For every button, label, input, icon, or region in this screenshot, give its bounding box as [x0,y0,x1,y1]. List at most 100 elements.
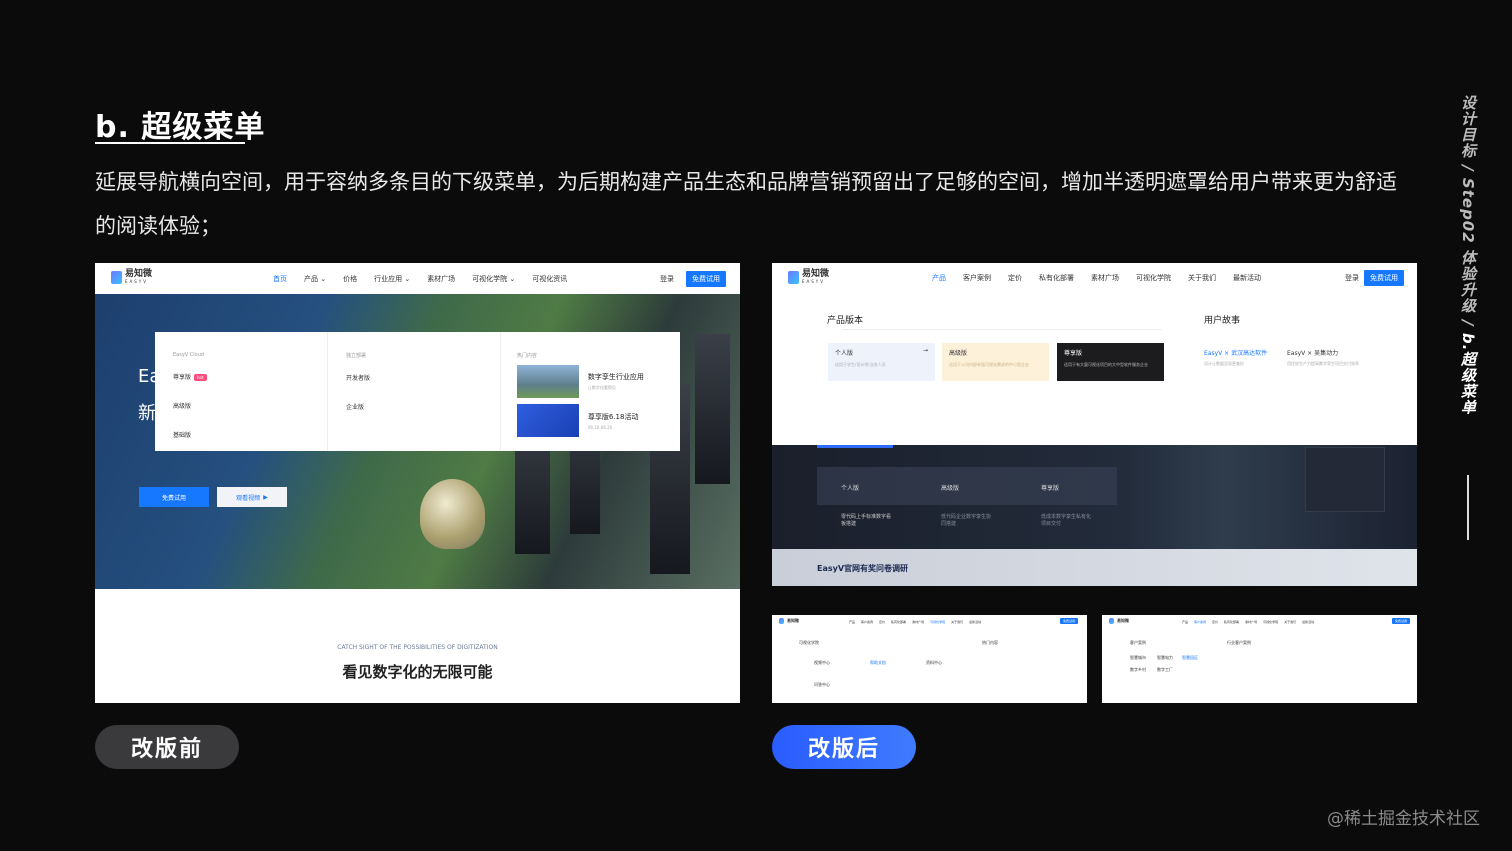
hero-button-edge [817,445,893,448]
slogan: 看见数字化的无限可能 [342,663,493,681]
versions-heading: 产品版本 [827,316,864,326]
nav-item[interactable]: 行业应用 ⌄ [374,274,410,284]
thumb-item[interactable]: 智慧电力 [1157,655,1173,661]
nav-item[interactable]: 可视化学院 [1263,620,1278,624]
survey-banner[interactable]: EasyV官网有奖问卷调研 [772,549,1417,586]
trial-button[interactable]: 免费试用 [1364,270,1404,286]
menu-item[interactable]: 尊享版 hot [173,372,309,381]
version-card[interactable]: 高级版 适用于公司内部有强可视化需求的中小型企业 [942,343,1049,381]
divider [842,329,1162,330]
nav-item[interactable]: 最新活动 [1302,620,1314,624]
thumb-item[interactable]: 资料中心 [926,660,942,666]
menu-item[interactable]: 高级版 [173,401,309,410]
nav-item[interactable]: 关于我们 [1284,620,1296,624]
content-card[interactable]: 尊享版6.18活动 06.10-06.20 [516,404,680,437]
story-item[interactable]: EasyV × 吴集动力 用优质生产力提高数字孪生项目交付效率 [1287,348,1367,367]
watch-video-button[interactable]: 观看视频 ▶ [217,487,287,507]
before-nav: 易知微 EASYV 首页 产品 ⌄ 价格 行业应用 ⌄ 素材广场 可视化学院 ⌄ … [95,263,740,294]
card-sub: 让数字化看得见 [587,385,616,390]
menu-heading: 热门内容 [516,353,537,359]
thumb-item[interactable]: 数字工厂 [1157,667,1173,673]
nav-item[interactable]: 定价 [879,620,885,624]
version-card[interactable]: 个人版 适用于学生/设计师/业务人员 → [828,343,935,381]
play-icon: ▶ [263,493,268,501]
menu-item[interactable]: 开发者版 [346,373,482,382]
thumb-item[interactable]: 智慧城市 [1130,655,1146,661]
card-title: 数字孪生行业应用 [587,373,644,381]
before-screenshot: 易知微 EASYV 首页 产品 ⌄ 价格 行业应用 ⌄ 素材广场 可视化学院 ⌄ … [95,263,740,703]
nav-item[interactable]: 产品 [849,620,855,624]
story-item[interactable]: EasyV × 武汉高达软件 设计让数据呈现更美好 [1204,348,1267,367]
nav-item[interactable]: 产品 [1182,620,1188,624]
after-label: 改版后 [772,725,916,769]
nav-item[interactable]: 私有化部署 [1039,273,1074,283]
nav-item[interactable]: 关于我们 [1188,273,1216,283]
nav-item[interactable]: 首页 [273,274,287,284]
logo: 易知微 EASYV [788,270,829,284]
logo-sub: EASYV [802,279,825,284]
nav-item[interactable]: 产品 [932,273,946,283]
nav-items: 首页 产品 ⌄ 价格 行业应用 ⌄ 素材广场 可视化学院 ⌄ 可视化资讯 [273,274,567,284]
thumb-item[interactable]: 问答中心 [814,682,830,688]
thumb-item[interactable]: 数字乡村 [1130,667,1146,673]
hero-text: 新 [138,403,156,424]
thumb-item[interactable]: 帮助文档 [870,660,886,666]
nav-item[interactable]: 可视化学院 ⌄ [472,274,515,284]
nav-item[interactable]: 产品 ⌄ [304,274,326,284]
content-card[interactable]: 数字孪生行业应用 让数字化看得见 [516,365,680,398]
nav-item[interactable]: 素材广场 [427,274,455,284]
nav-item[interactable]: 价格 [343,274,357,284]
side-divider [1467,475,1469,540]
nav-item[interactable]: 私有化部署 [891,620,906,624]
nav-item[interactable]: 私有化部署 [1224,620,1239,624]
logo: 易知微 [1109,618,1129,624]
trial-button[interactable]: 免费试用 [686,271,726,287]
nav-item[interactable]: 可视化学院 [1136,273,1171,283]
nav-item[interactable]: 素材广场 [912,620,924,624]
menu-item[interactable]: 基础版 [173,430,309,439]
nav-item[interactable]: 客户案例 [963,273,991,283]
thumb-heading: 客户案例 [1130,640,1146,645]
version-name: 尊享版 [1064,350,1083,357]
trial-button[interactable]: 免费试用 [1060,618,1079,624]
story-desc: 设计让数据呈现更美好 [1204,361,1244,366]
nav-item[interactable]: 定价 [1212,620,1218,624]
nav-item[interactable]: 素材广场 [1091,273,1119,283]
logo-icon [111,270,122,284]
trial-button[interactable]: 免费试用 [1392,618,1411,624]
version-card[interactable]: 尊享版 适用于有大量可视化项目的大中型软件服务企业 [1057,343,1164,381]
nav-item[interactable]: 定价 [1008,273,1022,283]
thumbnail-cases-menu: 易知微 产品 客户案例 定价 私有化部署 素材广场 可视化学院 关于我们 最新活动 免费试用 … [1102,615,1417,703]
watch-video-label: 观看视频 [236,494,261,502]
nav-item[interactable]: 客户案例 [861,620,873,624]
version-desc: 适用于学生/设计师/业务人员 [835,362,886,367]
version-bar-item[interactable]: 高级版 低代码企业数字孪生协同搭建 [917,467,1017,527]
editor-panel [1305,447,1385,512]
nav-item[interactable]: 关于我们 [951,620,963,624]
logo: 易知微 [779,618,799,624]
nav-item[interactable]: 客户案例 [1194,620,1206,624]
thumbnail-academy-menu: 易知微 产品 客户案例 定价 私有化部署 素材广场 可视化学院 关于我们 最新活动 免费试用 … [772,615,1087,703]
nav-item[interactable]: 可视化资讯 [532,274,567,284]
version-bar-item[interactable]: 个人版 零代码上手标准数字看板搭建 [817,467,917,527]
arrow-right-icon: → [922,347,928,354]
thumb-item[interactable]: 智慧园区 [1182,655,1198,661]
nav-item[interactable]: 可视化学院 [930,620,945,624]
bar-desc: 零代码上手标准数字看板搭建 [841,514,892,527]
story-name: EasyV × 吴集动力 [1287,350,1339,357]
menu-column: 热门内容 数字孪生行业应用 让数字化看得见 尊享版6.18活动 06.10-06.2… [501,332,680,451]
login-link[interactable]: 登录 [660,274,674,284]
thumb-item[interactable]: 视频中心 [814,660,830,666]
slide-title: b. 超级菜单 [95,110,266,145]
logo-sub: EASYV [125,279,148,284]
nav-item[interactable]: 最新活动 [969,620,981,624]
nav-item[interactable]: 素材广场 [1245,620,1257,624]
version-bar-item[interactable]: 尊享版 低成本数字孪生私有化项目交付 [1017,467,1117,527]
login-link[interactable]: 登录 [1345,273,1359,283]
thumb-heading: 可视化学院 [799,640,819,645]
nav-item[interactable]: 最新活动 [1233,273,1261,283]
hero-trial-button[interactable]: 免费试用 [139,487,209,507]
menu-item[interactable]: 企业版 [346,402,482,411]
version-bar: 个人版 零代码上手标准数字看板搭建 高级版 低代码企业数字孪生协同搭建 尊享版 低成本… [817,467,1117,527]
slide-description: 延展导航横向空间，用于容纳多条目的下级菜单，为后期构建产品生态和品牌营销预留出了… [95,170,1397,238]
